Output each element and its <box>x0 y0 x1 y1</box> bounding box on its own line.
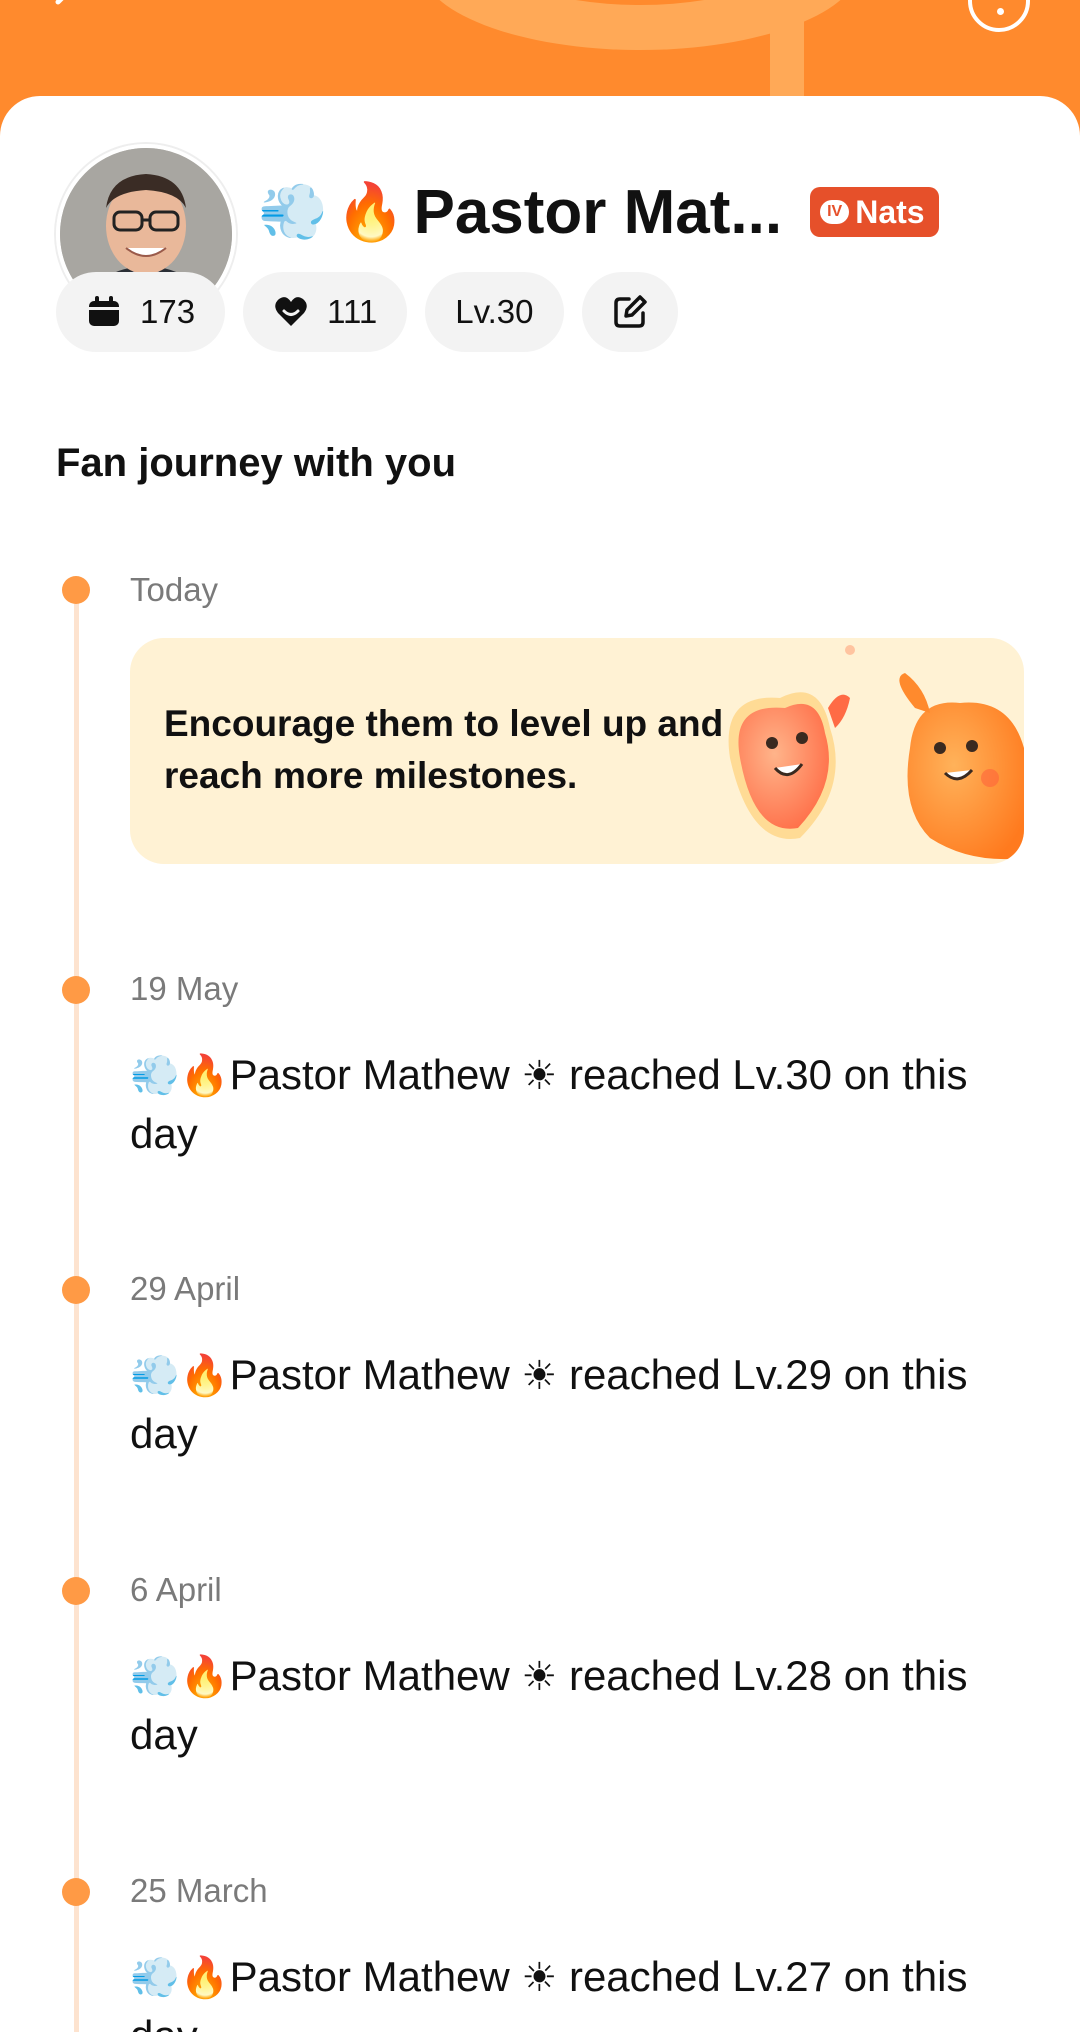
hearts-chip[interactable]: 111 <box>243 272 408 352</box>
timeline-event: 💨🔥Pastor Mathew ☀ reached Lv.30 on this … <box>130 1046 1010 1163</box>
days-count: 173 <box>140 293 196 330</box>
edit-icon <box>613 295 647 328</box>
timeline-dot <box>62 1577 90 1605</box>
back-button[interactable] <box>44 0 94 30</box>
timeline-event: 💨🔥Pastor Mathew ☀ reached Lv.27 on this … <box>130 1948 1010 2032</box>
fire-icon: 🔥 <box>179 1054 230 1098</box>
timeline-dot <box>62 1878 90 1906</box>
user-name: Pastor Mat... <box>413 177 783 247</box>
profile-name-row: 💨 🔥 Pastor Mat... IV Nats <box>258 152 939 272</box>
chevron-left-icon <box>55 0 64 5</box>
cloud-icon: 💨 <box>258 180 328 243</box>
fan-badge[interactable]: IV Nats <box>810 187 939 237</box>
banner-text: Encourage them to level up and reach mor… <box>164 703 724 796</box>
level-label: Lv.30 <box>455 293 534 330</box>
fire-icon: 🔥 <box>179 1655 230 1699</box>
section-title: Fan journey with you <box>56 441 457 485</box>
hearts-count: 111 <box>327 293 378 330</box>
sun-icon: ☀ <box>521 1354 558 1398</box>
event-user-name: Pastor Mathew <box>229 1351 510 1398</box>
level-chip[interactable]: Lv.30 <box>425 272 564 352</box>
timeline-date: 6 April <box>130 1571 222 1608</box>
cloud-icon: 💨 <box>130 1054 180 1098</box>
sun-icon: ☀ <box>521 1956 558 2000</box>
encourage-banner[interactable]: Encourage them to level up and reach mor… <box>130 638 1024 864</box>
timeline-line <box>74 591 79 2032</box>
timeline-date: 19 May <box>130 970 239 1007</box>
timeline-date: 25 March <box>130 1872 268 1909</box>
profile-card: 💨 🔥 Pastor Mat... IV Nats 173 111 Lv.30 … <box>0 96 1080 2032</box>
fire-icon: 🔥 <box>179 1354 230 1398</box>
sun-icon: ☀ <box>521 1655 558 1699</box>
fire-icon: 🔥 <box>335 180 406 243</box>
cloud-icon: 💨 <box>130 1354 180 1398</box>
event-user-name: Pastor Mathew <box>229 1652 510 1699</box>
timeline-dot <box>62 576 90 604</box>
edit-button[interactable] <box>581 272 678 352</box>
fire-icon: 🔥 <box>179 1956 230 2000</box>
cloud-icon: 💨 <box>130 1655 180 1699</box>
calendar-icon <box>89 296 119 326</box>
timeline-event: 💨🔥Pastor Mathew ☀ reached Lv.29 on this … <box>130 1346 1010 1463</box>
badge-emblem: IV <box>820 200 850 224</box>
event-user-name: Pastor Mathew <box>229 1953 510 2000</box>
cloud-icon: 💨 <box>130 1956 180 2000</box>
timeline-dot <box>62 976 90 1004</box>
badge-label: Nats <box>855 193 925 230</box>
mascot-illustration <box>728 645 1024 860</box>
event-user-name: Pastor Mathew <box>229 1051 510 1098</box>
timeline-dot <box>62 1276 90 1304</box>
sun-icon: ☀ <box>521 1054 558 1098</box>
heart-icon <box>275 297 307 326</box>
timeline-event: 💨🔥Pastor Mathew ☀ reached Lv.28 on this … <box>130 1647 1010 1764</box>
days-chip[interactable]: 173 <box>56 272 226 352</box>
timeline-date: 29 April <box>130 1270 241 1307</box>
stats-row: 173 111 Lv.30 <box>56 272 678 352</box>
timeline-date-today: Today <box>130 571 219 608</box>
